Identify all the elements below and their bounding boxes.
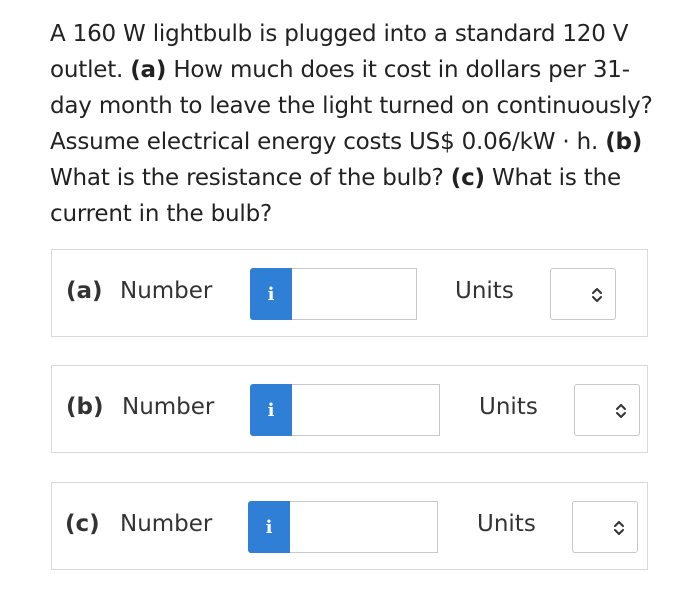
info-icon[interactable]: i — [250, 268, 292, 320]
units-select-a[interactable] — [550, 268, 616, 320]
answer-row-a: (a) Number i Units — [51, 249, 648, 337]
number-input-a[interactable] — [292, 268, 417, 320]
units-label: Units — [479, 394, 538, 420]
chevron-up-down-icon — [592, 288, 602, 302]
info-icon[interactable]: i — [248, 501, 290, 553]
part-b-text: What is the resistance of the bulb? — [50, 165, 451, 191]
part-label: (b) — [66, 394, 104, 420]
chevron-up-down-icon — [614, 521, 624, 535]
info-icon[interactable]: i — [250, 384, 292, 436]
part-label: (c) — [65, 511, 100, 537]
units-select-b[interactable] — [574, 384, 640, 436]
part-label: (a) — [66, 278, 103, 304]
part-b-tag: (b) — [605, 129, 643, 155]
units-select-c[interactable] — [572, 501, 638, 553]
answer-row-b: (b) Number i Units — [51, 365, 648, 453]
number-input-c[interactable] — [290, 501, 438, 553]
question-text: A 160 W lightbulb is plugged into a stan… — [50, 16, 660, 232]
answer-row-c: (c) Number i Units — [51, 482, 648, 570]
number-label: Number — [120, 278, 213, 304]
number-label: Number — [122, 394, 215, 420]
part-a-tag: (a) — [130, 57, 167, 83]
units-label: Units — [455, 278, 514, 304]
number-label: Number — [120, 511, 213, 537]
number-input-b[interactable] — [292, 384, 440, 436]
units-label: Units — [477, 511, 536, 537]
part-c-tag: (c) — [450, 165, 485, 191]
chevron-up-down-icon — [616, 404, 626, 418]
